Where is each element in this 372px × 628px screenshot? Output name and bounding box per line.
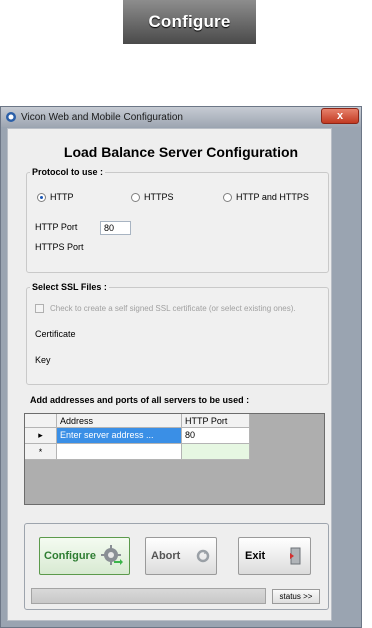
servers-legend: Add addresses and ports of all servers t… (30, 395, 250, 405)
new-row-indicator: * (25, 444, 57, 460)
app-icon (5, 111, 17, 123)
abort-button[interactable]: Abort (145, 537, 217, 575)
gear-icon (100, 544, 124, 568)
protocol-legend: Protocol to use : (32, 167, 104, 177)
abort-button-label: Abort (151, 550, 181, 562)
key-label: Key (35, 355, 51, 365)
servers-grid[interactable]: Address HTTP Port ▸ Enter server address… (24, 413, 325, 505)
window-title: Vicon Web and Mobile Configuration (21, 111, 183, 123)
http-port-input[interactable]: 80 (100, 221, 131, 235)
exit-button[interactable]: Exit (238, 537, 311, 575)
radio-https-label: HTTPS (144, 192, 174, 202)
column-header-http-port[interactable]: HTTP Port (182, 414, 250, 428)
radio-https[interactable] (131, 193, 140, 202)
column-header-address[interactable]: Address (57, 414, 182, 428)
progress-bar (31, 588, 266, 604)
new-port-cell[interactable] (182, 444, 250, 460)
http-port-label: HTTP Port (35, 222, 78, 232)
protocol-group: Protocol to use : (26, 167, 329, 273)
title-bar: Vicon Web and Mobile Configuration x (1, 107, 361, 127)
page-title: Load Balance Server Configuration (63, 144, 299, 160)
close-icon: x (336, 110, 344, 122)
new-address-cell[interactable] (57, 444, 182, 460)
top-configure-button[interactable]: Configure (123, 0, 256, 44)
https-port-label: HTTPS Port (35, 242, 84, 252)
radio-http-and-https[interactable] (223, 193, 232, 202)
ssl-legend: Select SSL Files : (32, 282, 107, 292)
exit-door-icon (283, 546, 303, 566)
port-cell[interactable]: 80 (182, 428, 250, 444)
close-button[interactable]: x (321, 108, 359, 124)
address-cell[interactable]: Enter server address ... (57, 428, 182, 444)
radio-http-and-https-label: HTTP and HTTPS (236, 192, 309, 202)
configure-button[interactable]: Configure (39, 537, 130, 575)
row-indicator: ▸ (25, 428, 57, 444)
self-signed-checkbox-label: Check to create a self signed SSL certif… (50, 304, 296, 313)
self-signed-checkbox[interactable] (35, 304, 44, 313)
radio-http-label: HTTP (50, 192, 74, 202)
status-button-label: status >> (279, 592, 313, 601)
grid-corner-header (25, 414, 57, 428)
radio-http[interactable] (37, 193, 46, 202)
exit-button-label: Exit (245, 550, 266, 562)
status-button[interactable]: status >> (272, 589, 320, 604)
top-configure-label: Configure (148, 12, 231, 31)
refresh-icon (196, 549, 210, 563)
configure-button-label: Configure (44, 550, 96, 562)
certificate-label: Certificate (35, 329, 76, 339)
